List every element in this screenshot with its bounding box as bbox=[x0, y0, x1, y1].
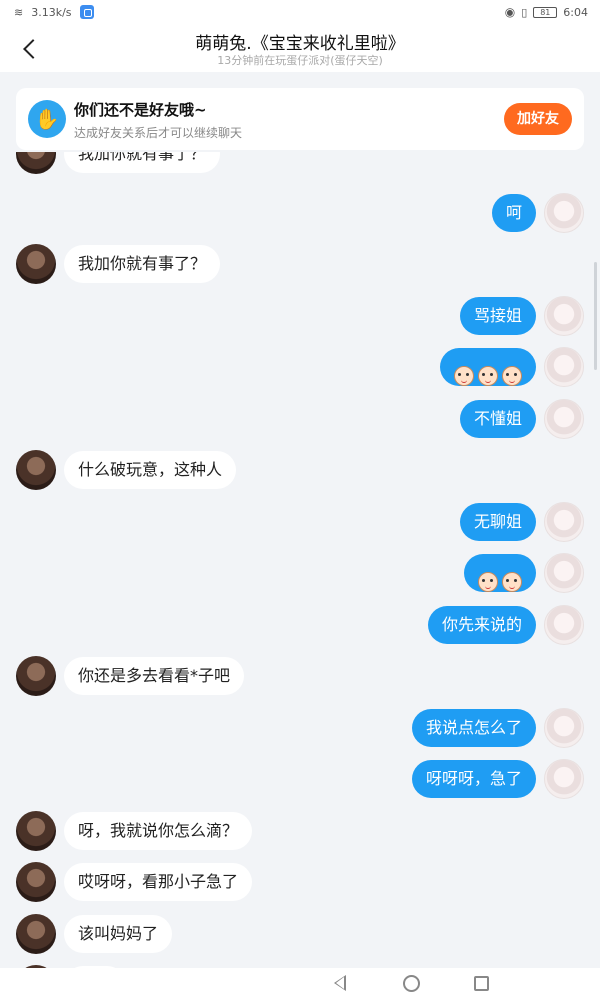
message-incoming: 呀，我就说你怎么滴？ bbox=[0, 811, 600, 851]
message-text: 我加你就有事了？ bbox=[78, 152, 207, 163]
avatar[interactable] bbox=[544, 708, 584, 748]
eye-icon: ◉ bbox=[504, 5, 516, 19]
message-outgoing: 你先来说的 bbox=[0, 605, 600, 645]
message-bubble[interactable]: 哎呀呀，看那小子急了 bbox=[64, 863, 253, 901]
home-circle-icon[interactable] bbox=[403, 975, 420, 992]
emoji-row bbox=[454, 348, 522, 386]
clock: 6:04 bbox=[563, 5, 588, 19]
avatar[interactable] bbox=[16, 152, 56, 174]
message-list[interactable]: 我加你就有事了？ 呵 我加你就有事了？ 骂接姐 不懂姐 什么破玩意，这种人 无聊… bbox=[0, 152, 600, 968]
avatar[interactable] bbox=[544, 399, 584, 439]
message-bubble[interactable]: 什么破玩意，这种人 bbox=[64, 451, 237, 489]
waving-hand-icon: ✋ bbox=[28, 100, 66, 138]
app-notification-icon bbox=[79, 5, 94, 19]
message-bubble[interactable]: 不懂姐 bbox=[459, 400, 536, 438]
message-bubble[interactable]: 我加你就有事了？ bbox=[64, 245, 221, 283]
chat-title: 萌萌兔.《宝宝来收礼里啦》 bbox=[195, 34, 405, 54]
message-bubble[interactable]: 我加你就有事了？ bbox=[64, 152, 221, 173]
scrollbar[interactable] bbox=[594, 262, 597, 370]
message-outgoing: 呵 bbox=[0, 193, 600, 233]
message-outgoing bbox=[0, 553, 600, 593]
message-text: 呵 bbox=[505, 203, 522, 222]
friend-request-banner: ✋ 你们还不是好友哦~ 达成好友关系后才可以继续聊天 加好友 bbox=[16, 88, 584, 150]
message-text: 骂接姐 bbox=[473, 306, 522, 325]
avatar[interactable] bbox=[544, 553, 584, 593]
message-outgoing: 我说点怎么了 bbox=[0, 708, 600, 748]
message-incoming: 该叫妈妈了 bbox=[0, 914, 600, 954]
message-outgoing: 骂接姐 bbox=[0, 296, 600, 336]
message-text: 哎呀呀，看那小子急了 bbox=[78, 872, 239, 891]
emoji-row bbox=[478, 554, 522, 592]
back-triangle-icon[interactable] bbox=[334, 975, 346, 991]
avatar[interactable] bbox=[16, 244, 56, 284]
message-incoming: 哎呀呀，看那小子急了 bbox=[0, 862, 600, 902]
avatar[interactable] bbox=[544, 502, 584, 542]
message-bubble[interactable]: 呀呀呀，急了 bbox=[411, 760, 536, 798]
message-bubble[interactable]: 你还是多去看看*子吧 bbox=[64, 657, 245, 695]
message-outgoing: 无聊姐 bbox=[0, 502, 600, 542]
battery-icon: 81 bbox=[533, 6, 558, 18]
message-incoming: 我加你就有事了？ bbox=[0, 244, 600, 284]
message-bubble[interactable]: 无聊姐 bbox=[459, 503, 536, 541]
avatar[interactable] bbox=[16, 450, 56, 490]
message-text: 呀呀呀，急了 bbox=[425, 769, 522, 788]
network-speed: 3.13k/s bbox=[31, 5, 72, 19]
avatar[interactable] bbox=[544, 296, 584, 336]
chat-subtitle: 13分钟前在玩蛋仔派对(蛋仔天空) bbox=[217, 54, 383, 67]
banner-title: 你们还不是好友哦~ bbox=[74, 101, 207, 119]
wifi-icon: ≋ bbox=[14, 5, 24, 19]
message-text: 该叫妈妈了 bbox=[78, 924, 159, 943]
message-text: 什么破玩意，这种人 bbox=[78, 460, 223, 479]
system-nav-bar bbox=[0, 968, 600, 1000]
message-bubble[interactable] bbox=[464, 554, 536, 592]
boy-face-emoji-icon bbox=[478, 572, 498, 592]
recent-apps-square-icon[interactable] bbox=[474, 976, 489, 991]
boy-face-emoji-icon bbox=[502, 366, 522, 386]
avatar[interactable] bbox=[544, 347, 584, 387]
message-incoming: 我加你就有事了？ bbox=[0, 152, 600, 174]
message-incoming: 什么破玩意，这种人 bbox=[0, 450, 600, 490]
message-text: 不懂姐 bbox=[473, 409, 522, 428]
avatar[interactable] bbox=[544, 605, 584, 645]
message-outgoing: 不懂姐 bbox=[0, 399, 600, 439]
message-text: 我说点怎么了 bbox=[425, 718, 522, 737]
avatar[interactable] bbox=[16, 811, 56, 851]
message-bubble[interactable]: 骂接姐 bbox=[459, 297, 536, 335]
message-text: 你还是多去看看*子吧 bbox=[78, 666, 231, 685]
chat-header: 萌萌兔.《宝宝来收礼里啦》 13分钟前在玩蛋仔派对(蛋仔天空) bbox=[0, 26, 600, 72]
vibrate-icon: ▯ bbox=[521, 5, 528, 19]
add-friend-button[interactable]: 加好友 bbox=[504, 103, 572, 135]
message-bubble[interactable]: 呀，我就说你怎么滴？ bbox=[64, 812, 253, 850]
message-text: 呀，我就说你怎么滴？ bbox=[78, 821, 239, 840]
message-bubble[interactable]: 呵 bbox=[491, 194, 536, 232]
avatar[interactable] bbox=[544, 193, 584, 233]
message-text: 无聊姐 bbox=[473, 512, 522, 531]
banner-subtitle: 达成好友关系后才可以继续聊天 bbox=[74, 126, 243, 140]
avatar[interactable] bbox=[16, 862, 56, 902]
avatar[interactable] bbox=[544, 759, 584, 799]
message-bubble[interactable]: 该叫妈妈了 bbox=[64, 915, 173, 953]
boy-face-emoji-icon bbox=[502, 572, 522, 592]
message-incoming: 你还是多去看看*子吧 bbox=[0, 656, 600, 696]
status-bar: ≋ 3.13k/s ◉ ▯ 81 6:04 bbox=[0, 0, 600, 26]
message-bubble[interactable]: 我说点怎么了 bbox=[411, 709, 536, 747]
avatar[interactable] bbox=[16, 656, 56, 696]
message-text: 我加你就有事了？ bbox=[78, 254, 207, 273]
boy-face-emoji-icon bbox=[454, 366, 474, 386]
boy-face-emoji-icon bbox=[478, 366, 498, 386]
avatar[interactable] bbox=[16, 914, 56, 954]
message-bubble[interactable] bbox=[440, 348, 536, 386]
message-text: 你先来说的 bbox=[441, 615, 522, 634]
message-bubble[interactable]: 你先来说的 bbox=[427, 606, 536, 644]
message-outgoing: 呀呀呀，急了 bbox=[0, 759, 600, 799]
message-outgoing bbox=[0, 347, 600, 387]
